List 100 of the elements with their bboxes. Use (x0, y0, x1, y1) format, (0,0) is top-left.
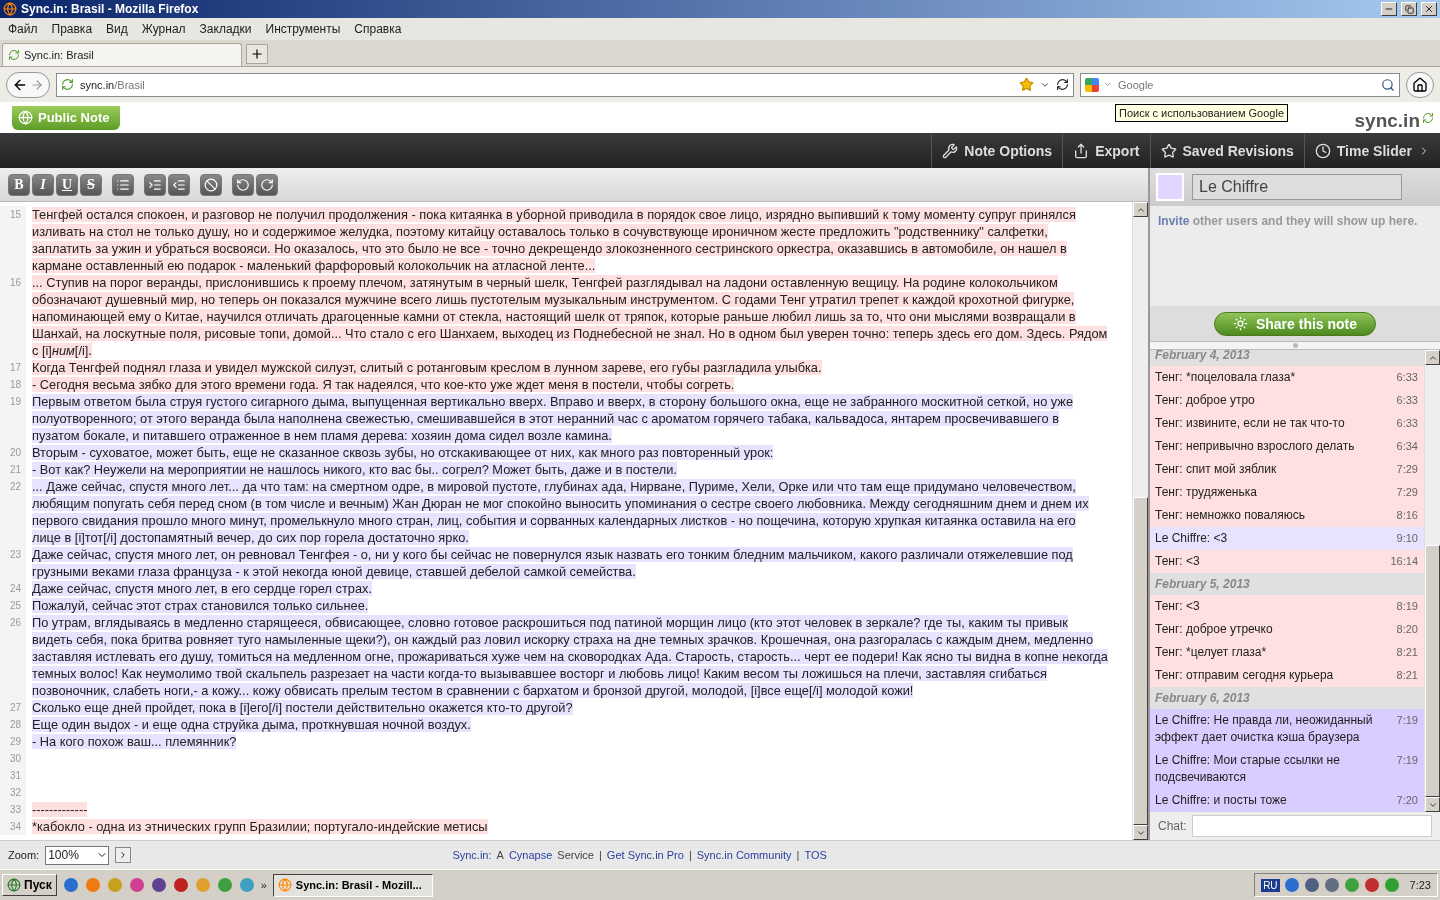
app-icon[interactable] (1323, 877, 1340, 893)
app-icon[interactable] (1363, 877, 1380, 893)
line-number: 17 (0, 359, 26, 376)
message-time: 8:21 (1396, 645, 1418, 660)
indent-button[interactable] (144, 173, 166, 196)
paragraph-text: - Сегодня весьма зябко для этого времени года. Я так надеялся, что кое-кто уже ждет меня в постели, чтобы согреть. (32, 376, 736, 393)
footer-link[interactable]: TOS (804, 849, 827, 861)
message-time: 7:19 (1396, 713, 1418, 728)
menu-item[interactable]: Справка (348, 22, 408, 36)
user-name-field[interactable]: Le Chiffre (1192, 174, 1402, 200)
app-icon[interactable] (128, 877, 145, 893)
bookmark-star-icon[interactable] (1019, 77, 1034, 92)
chat-field[interactable] (1191, 815, 1432, 837)
message-text: Le Chiffre: Не правда ли, неожиданный эффект дает очистка кэша браузера (1155, 712, 1374, 746)
message-time: 6:33 (1396, 370, 1418, 385)
taskbar-task[interactable]: Sync.in: Brasil - Mozill... (272, 873, 433, 897)
menu-item[interactable]: Инструменты (259, 22, 347, 36)
line-number: 26 (0, 614, 26, 699)
bulleted-list-button[interactable] (112, 173, 134, 196)
format-button[interactable]: U (56, 173, 78, 196)
undo-button[interactable] (232, 173, 254, 196)
app-icon[interactable] (216, 877, 233, 893)
line-number: 15 (0, 206, 26, 274)
message-time: 6:33 (1396, 416, 1418, 431)
start-button[interactable]: Пуск (2, 874, 57, 896)
app-icon[interactable] (1303, 877, 1320, 893)
paragraph-text: - Вот как? Неужели на мероприятии не нашлось никого, кто вас бы.. согрел? Может быть, даже и в постели. (32, 461, 678, 478)
line-number: 16 (0, 274, 26, 359)
footer-link[interactable]: Get Sync.in Pro (606, 849, 684, 861)
new-tab-button[interactable] (246, 44, 268, 64)
separator: | (599, 849, 602, 861)
more-button[interactable]: » (260, 879, 267, 891)
message-time: 6:34 (1396, 439, 1418, 454)
paragraph-text: Первым ответом была струя густого сигарного дыма, выпущенная вертикально вверх. Вправо и вверх, в сторону большого окна, еще не забранного москитной сеткой, но уже полуотворенного; от этого веранда была наполнена свежестью, смешивавшейся в этот неранний час с ароматом горячего табака, кальвадоса, янтарем просвечивавшего в пузатом бокале, и питавшего отраженное в нем пламя дерева: хозяин дома сидел возле камина. (32, 393, 1075, 444)
message-text: Тенг: трудяженька (1155, 484, 1257, 501)
language-indicator[interactable]: RU (1261, 878, 1280, 892)
scrollbar[interactable] (1132, 202, 1148, 840)
footer-link[interactable]: Sync.in Community (696, 849, 792, 861)
search-field[interactable]: Google (1116, 77, 1377, 92)
address-bar[interactable]: sync.in/Brasil (56, 72, 1074, 97)
app-icon[interactable] (62, 877, 79, 893)
paragraph-text: Вторым - суховатое, может быть, еще не сказанное сквозь зубы, но отскакивающее от них, как много раз повторенный урок: (32, 444, 775, 461)
message-text: Тенг: <3 (1155, 553, 1200, 570)
home-button[interactable] (1406, 71, 1434, 98)
go-button[interactable] (115, 847, 132, 863)
outdent-button[interactable] (168, 173, 190, 196)
zoom-select[interactable]: 100% (45, 845, 110, 865)
app-icon[interactable] (1283, 877, 1300, 893)
line-number: 19 (0, 393, 26, 444)
format-button[interactable]: S (80, 173, 102, 196)
separator: | (688, 849, 692, 861)
message-time: 8:16 (1396, 508, 1418, 523)
close-button[interactable] (1421, 2, 1437, 16)
menu-item[interactable]: Закладки (193, 22, 258, 36)
indent-icon (148, 177, 162, 192)
chat-date: February 5, 2013 (1150, 573, 1424, 595)
undo-icon (236, 177, 250, 192)
scrollbar[interactable] (1424, 350, 1440, 812)
menu-item[interactable]: Журнал (135, 22, 192, 36)
minimize-button[interactable] (1381, 2, 1397, 16)
separator: | (796, 849, 800, 861)
restore-button[interactable] (1401, 2, 1417, 16)
app-icon[interactable] (1343, 877, 1360, 893)
globe-icon (18, 110, 33, 125)
paragraph-text: Тенгфей остался спокоен, и разговор не получил продолжения - пока китаянка в уборной приводила в порядок свое лицо, изрядно выпивший к тому моменту супруг принялся изливать на стол не только душу, но и содержимое желудка, поэтому китайцу оставалось только в сочувствующе ироничном жесте предложить "родственнику" салфетки, заплатить за ужин и убраться восвояси. Но оказалось, что это было не все - точно декрещендо злокозненного сестринского оркестра, оказавшись в автомобиле, он нашел в кармане оставленный ею подарок - маленький фарфоровый колокольчик на атласной ленте... (32, 206, 1077, 274)
reload-icon[interactable] (1056, 78, 1069, 91)
message-time: 8:20 (1396, 622, 1418, 637)
dropdown-icon[interactable] (1103, 80, 1112, 89)
menu-item[interactable]: Вид (100, 22, 134, 36)
search-engine-icon[interactable] (1085, 77, 1099, 92)
format-button[interactable]: B (8, 173, 30, 196)
message-time: 8:19 (1396, 599, 1418, 614)
search-box[interactable]: Google (1080, 72, 1400, 97)
browser-tab[interactable]: Sync.in: Brasil (2, 43, 242, 66)
close-icon (1424, 4, 1434, 14)
chat-label: Chat: (1158, 819, 1187, 833)
format-button[interactable]: I (32, 173, 54, 196)
menu-item[interactable]: Правка (45, 22, 99, 36)
paragraph-text: По утрам, вглядываясь в медленно старящееся, обвисающее, словно готовое раскрошиться под патиной морщин лицо (кто этот человек в зеркале? где ты, каким ты привык видеть себя, пока бритва ровняет туго намыленные щеки?), он каждый раз ловил искорку страха на дне темных зрачков. Крошечная, она разгоралась с каждым днем, медленно заставляя истлевать его душу, томиться на медленном огне, прожариваться хуже чем на сковородках Ада. Старость, старость... черт ее подери! Как ясно ты видна в копне некогда темных волос! Как неумолимо твой скальпель разрезает на части когда-то вызывавшее восторг и любовь лицо! Каким весом ты ложишься на плечи, заставляя сгибаться позвоночник, слабеть ноги,- а кожу... кожу обвисать прелым тестом в сравнении с бархатом и бронзой другой, молодой, [i]все еще[/i] молодой кожи! (32, 614, 1108, 699)
no-color-button[interactable] (200, 173, 222, 196)
line-number: 21 (0, 461, 26, 478)
sun-icon (1232, 316, 1248, 331)
redo-icon (260, 177, 274, 192)
app-icon[interactable] (172, 877, 189, 893)
app-icon[interactable] (1383, 877, 1400, 893)
redo-button[interactable] (256, 173, 278, 196)
line-number: 23 (0, 546, 26, 580)
app-icon[interactable] (150, 877, 167, 893)
resize-handle[interactable] (1292, 343, 1298, 348)
message-text: Тенг: отправим сегодня курьера (1155, 667, 1334, 684)
search-icon[interactable] (1381, 77, 1395, 92)
message-time: 7:19 (1396, 753, 1418, 768)
message-time: 7:29 (1396, 485, 1418, 500)
user-color-swatch[interactable] (1156, 173, 1184, 201)
back-forward-buttons[interactable] (6, 71, 50, 98)
message-text: Тенг: непривычно взрослого делать (1155, 438, 1355, 455)
logo-icon (1422, 111, 1434, 124)
menu-item[interactable]: Файл (2, 22, 44, 36)
footer-link[interactable]: Sync.in: (452, 849, 492, 861)
footer-link[interactable]: Cynapse (508, 849, 553, 861)
